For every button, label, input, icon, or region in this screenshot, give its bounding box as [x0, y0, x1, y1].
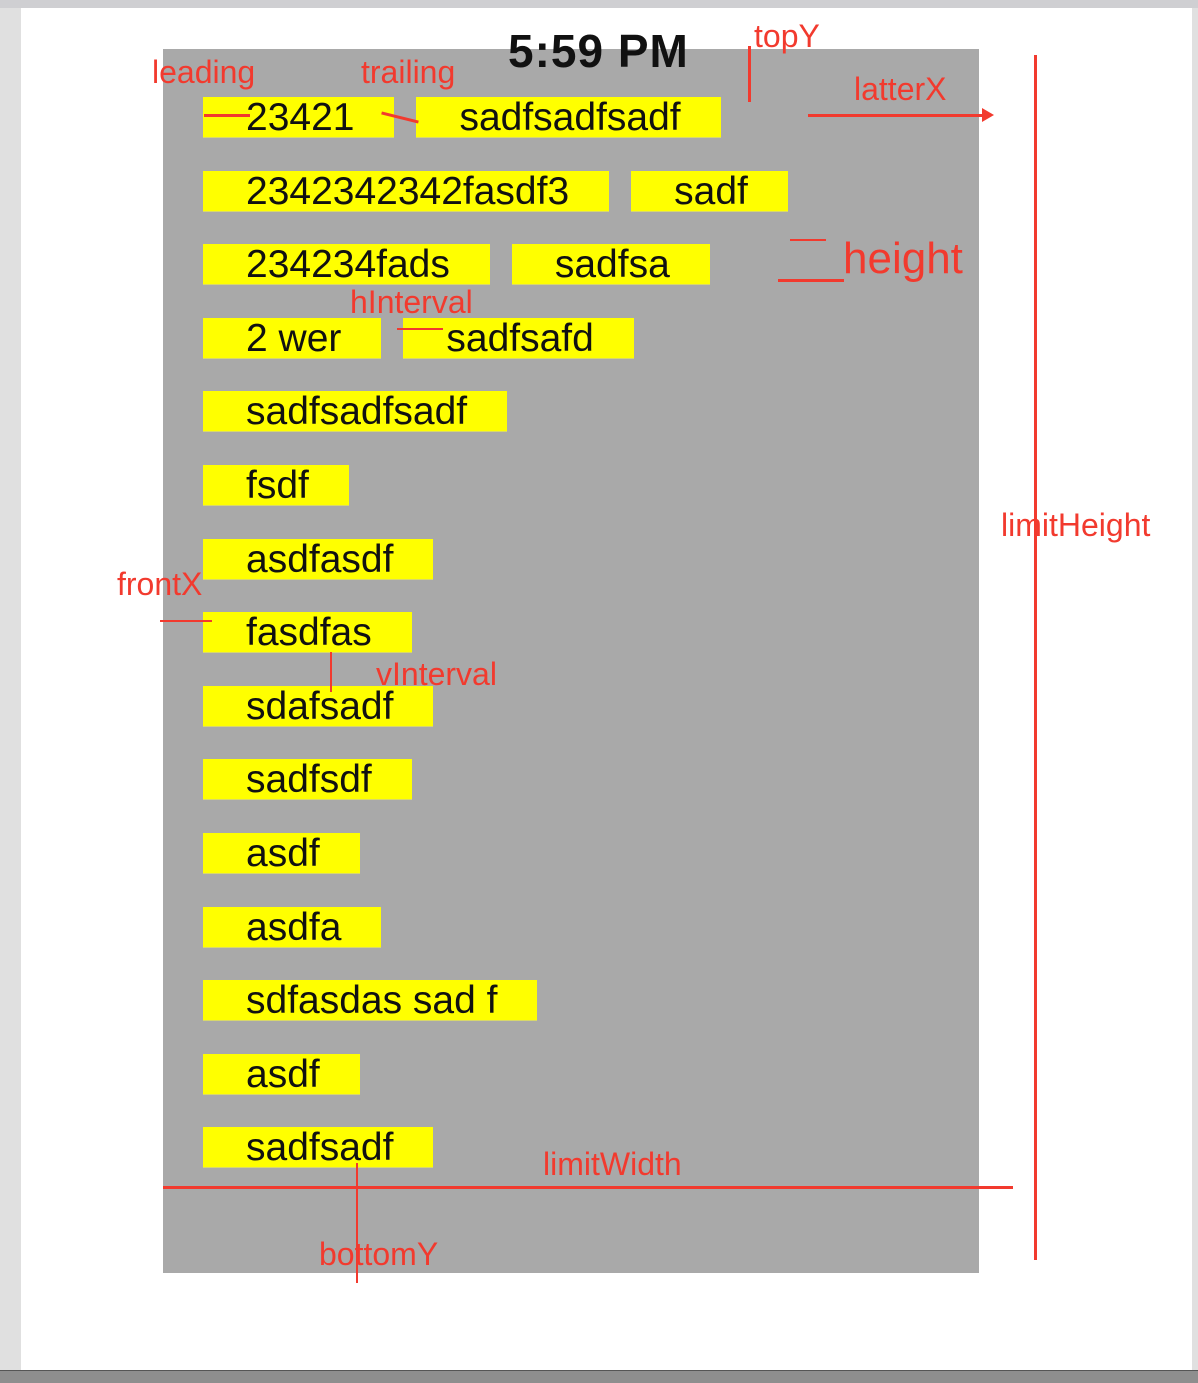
tag[interactable]: sadfsa [511, 244, 710, 286]
tag[interactable]: sadfsadfsadf [203, 391, 508, 433]
window-right-edge [1192, 8, 1198, 1370]
frontX-line [160, 620, 212, 622]
label-limitHeight: limitHeight [1001, 507, 1151, 543]
tag[interactable]: asdfa [203, 906, 382, 948]
tag[interactable]: asdf [203, 832, 360, 874]
tag[interactable]: asdfasdf [203, 538, 434, 580]
label-height: height [843, 234, 963, 283]
label-leading: leading [152, 54, 256, 90]
label-latterX: latterX [854, 71, 947, 107]
tag-row: 2342342342fasdf3 sadf [203, 170, 788, 212]
tag-row: asdf [203, 832, 788, 874]
label-trailing: trailing [361, 54, 456, 90]
tag-row: asdfasdf [203, 538, 788, 580]
window-bottom-bar [0, 1370, 1198, 1383]
hInterval-line [397, 328, 443, 330]
tag[interactable]: 23421 [203, 97, 395, 139]
label-bottomY: bottomY [319, 1236, 439, 1272]
label-frontX: frontX [117, 566, 203, 602]
limitWidth-line [163, 1186, 1013, 1189]
leading-line [204, 114, 250, 117]
status-bar-time: 5:59 PM [508, 25, 689, 77]
tag-row: sdfasdas sad f [203, 980, 788, 1022]
tag[interactable]: 234234fads [203, 244, 490, 286]
height-top-line [790, 239, 826, 241]
tag-row: asdf [203, 1053, 788, 1095]
tag[interactable]: fasdfas [203, 612, 412, 654]
tag[interactable]: sadfsadf [203, 1127, 434, 1169]
tag[interactable]: sadfsadfsadf [416, 97, 721, 139]
limitHeight-line [1034, 55, 1037, 1260]
tag-row: fsdf [203, 464, 788, 506]
tag[interactable]: 2 wer [203, 317, 382, 359]
label-hInterval: hInterval [350, 284, 473, 320]
tag-row: sadfsadfsadf [203, 391, 788, 433]
tag-row: asdfa [203, 906, 788, 948]
topY-line [748, 46, 751, 102]
window-left-edge [0, 8, 21, 1370]
tag-row: sadfsadf [203, 1127, 788, 1169]
tag[interactable]: asdf [203, 1053, 360, 1095]
height-bottom-line [778, 279, 844, 282]
label-topY: topY [754, 18, 820, 54]
tag[interactable]: sdfasdas sad f [203, 980, 538, 1022]
arrow-right-icon [982, 108, 994, 122]
label-limitWidth: limitWidth [543, 1146, 682, 1182]
latterX-arrow-line [808, 114, 984, 117]
tag-row: 234234fads sadfsa [203, 244, 788, 286]
tag[interactable]: sadfsdf [203, 759, 412, 801]
tag[interactable]: 2342342342fasdf3 [203, 170, 610, 212]
tag-row: sadfsdf [203, 759, 788, 801]
label-vInterval: vInterval [376, 656, 497, 692]
tag-row: 2 wer sadfsafd [203, 317, 788, 359]
tag-row: 23421 sadfsadfsadf [203, 97, 788, 139]
tag[interactable]: sadfsafd [403, 317, 634, 359]
tag[interactable]: fsdf [203, 464, 349, 506]
window-top-bar [0, 0, 1198, 8]
vInterval-line [330, 652, 332, 692]
tag[interactable]: sadf [631, 170, 788, 212]
tag-rows: 23421 sadfsadfsadf 2342342342fasdf3 sadf 234… [203, 97, 788, 1201]
tag-row: fasdfas [203, 612, 788, 654]
